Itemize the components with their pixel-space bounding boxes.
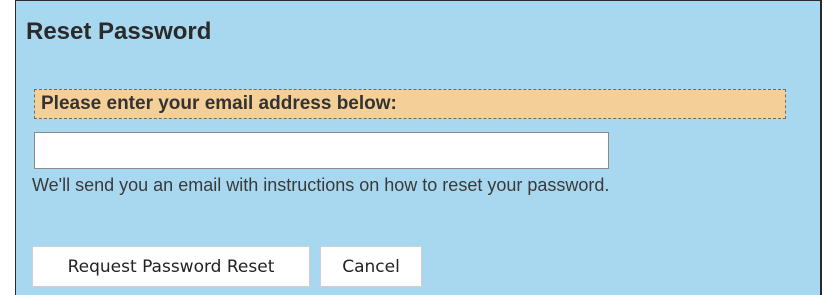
request-password-reset-button[interactable]: Request Password Reset xyxy=(32,246,310,287)
instructions-hint: We'll send you an email with instruction… xyxy=(32,175,610,195)
email-prompt-label: Please enter your email address below: xyxy=(34,89,786,119)
email-field[interactable] xyxy=(34,132,609,169)
page-title: Reset Password xyxy=(26,18,212,45)
cancel-button[interactable]: Cancel xyxy=(320,246,422,287)
reset-password-panel: Reset Password Please enter your email a… xyxy=(15,0,822,295)
